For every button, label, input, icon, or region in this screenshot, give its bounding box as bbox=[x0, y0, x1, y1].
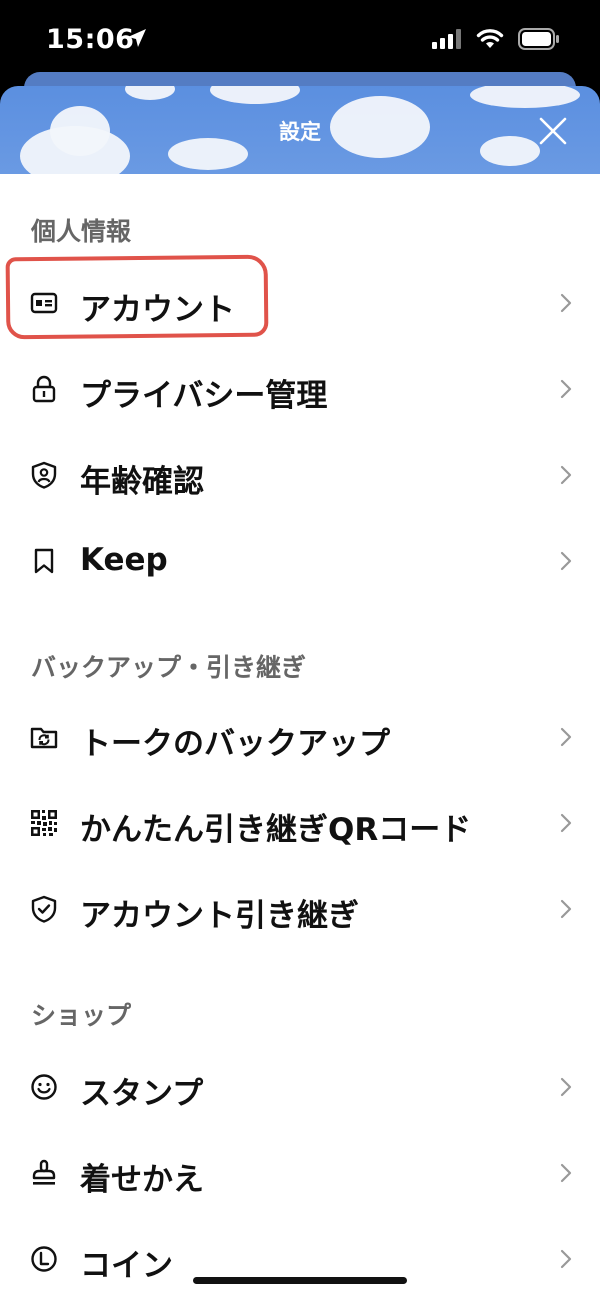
settings-item-coins[interactable]: コイン bbox=[0, 1216, 600, 1298]
page-title: 設定 bbox=[279, 120, 321, 144]
coin-icon bbox=[31, 1246, 57, 1272]
settings-item-privacy[interactable]: プライバシー管理 bbox=[0, 346, 600, 432]
settings-list: 個人情報 アカウント プライバシー管理 年齢確認 Keep バックアップ・引き継… bbox=[0, 174, 600, 1298]
section-title-personal: 個人情報 bbox=[31, 217, 132, 246]
settings-item-label: アカウント bbox=[80, 292, 235, 328]
chevron-right-icon bbox=[560, 813, 572, 833]
cloud-decoration bbox=[125, 86, 175, 100]
settings-header: 設定 bbox=[0, 86, 600, 174]
chevron-right-icon bbox=[560, 727, 572, 747]
settings-item-themes[interactable]: 着せかえ bbox=[0, 1130, 600, 1216]
smiley-icon bbox=[31, 1074, 57, 1100]
status-bar: 15:06 bbox=[0, 0, 600, 80]
close-icon[interactable] bbox=[536, 114, 570, 148]
qr-code-icon bbox=[31, 810, 57, 836]
status-icons bbox=[432, 28, 560, 50]
bookmark-icon bbox=[34, 548, 54, 574]
settings-item-label: コイン bbox=[80, 1248, 173, 1284]
folder-sync-icon bbox=[30, 727, 58, 749]
battery-icon bbox=[518, 28, 559, 50]
settings-item-talk-backup[interactable]: トークのバックアップ bbox=[0, 694, 600, 780]
chevron-right-icon bbox=[560, 465, 572, 485]
settings-item-label: プライバシー管理 bbox=[80, 378, 328, 414]
settings-item-age-verification[interactable]: 年齢確認 bbox=[0, 432, 600, 518]
section-title-backup: バックアップ・引き継ぎ bbox=[31, 653, 307, 682]
wifi-icon bbox=[476, 29, 504, 48]
settings-item-label: 年齢確認 bbox=[80, 464, 204, 500]
settings-item-label: アカウント引き継ぎ bbox=[80, 898, 359, 934]
chevron-right-icon bbox=[560, 1163, 572, 1183]
chevron-right-icon bbox=[560, 293, 572, 313]
cellular-signal-icon bbox=[432, 29, 461, 49]
lock-icon bbox=[32, 375, 56, 403]
stamp-icon bbox=[32, 1159, 56, 1185]
chevron-right-icon bbox=[560, 551, 572, 571]
chevron-right-icon bbox=[560, 899, 572, 919]
settings-item-stickers[interactable]: スタンプ bbox=[0, 1044, 600, 1130]
id-card-icon bbox=[30, 292, 58, 314]
settings-item-label: Keep bbox=[80, 542, 168, 578]
settings-item-qr-transfer[interactable]: かんたん引き継ぎQRコード bbox=[0, 780, 600, 866]
settings-item-label: かんたん引き継ぎQRコード bbox=[80, 812, 472, 848]
settings-item-label: スタンプ bbox=[80, 1076, 204, 1112]
home-indicator[interactable] bbox=[193, 1277, 407, 1284]
settings-item-label: 着せかえ bbox=[80, 1162, 204, 1198]
settings-item-keep[interactable]: Keep bbox=[0, 518, 600, 604]
chevron-right-icon bbox=[560, 1249, 572, 1269]
chevron-right-icon bbox=[560, 1077, 572, 1097]
settings-item-account-transfer[interactable]: アカウント引き継ぎ bbox=[0, 866, 600, 952]
shield-person-icon bbox=[31, 461, 57, 489]
status-time: 15:06 bbox=[46, 24, 135, 55]
cloud-decoration bbox=[210, 86, 300, 104]
settings-item-label: トークのバックアップ bbox=[80, 726, 390, 762]
location-arrow-icon bbox=[128, 29, 146, 47]
section-title-shop: ショップ bbox=[31, 1001, 132, 1030]
chevron-right-icon bbox=[560, 379, 572, 399]
settings-item-account[interactable]: アカウント bbox=[0, 260, 600, 346]
cloud-decoration bbox=[470, 86, 580, 108]
shield-check-icon bbox=[31, 895, 57, 923]
